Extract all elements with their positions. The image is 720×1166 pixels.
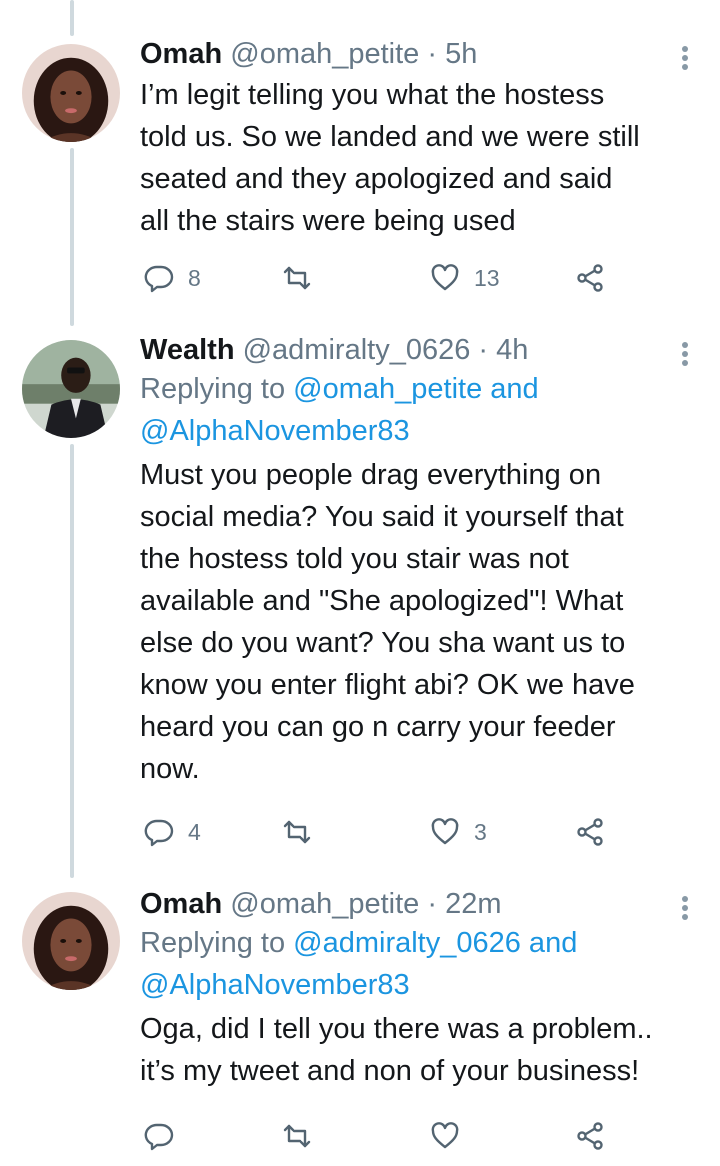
- heart-icon: [431, 818, 459, 845]
- reply-count: 8: [188, 264, 201, 291]
- retweet-icon: [283, 820, 311, 844]
- reply-count: 4: [188, 818, 201, 845]
- share-button[interactable]: [576, 1116, 606, 1156]
- thread-connector-line: [70, 0, 74, 36]
- reply-icon: [144, 265, 174, 293]
- reply-icon: [144, 1123, 174, 1151]
- avatar[interactable]: [22, 892, 120, 990]
- share-icon: [577, 1122, 603, 1150]
- like-button[interactable]: 13: [430, 258, 500, 298]
- tweet-actions: 8 13: [140, 258, 610, 298]
- timestamp[interactable]: 5h: [445, 38, 477, 70]
- author-handle[interactable]: @admiralty_0626: [243, 334, 471, 366]
- author-name[interactable]: Omah: [140, 888, 222, 920]
- heart-icon: [431, 264, 459, 291]
- replying-to: Replying to @omah_petite and @AlphaNovem…: [140, 373, 539, 447]
- reply-button[interactable]: 8: [144, 258, 201, 298]
- share-button[interactable]: [576, 812, 606, 852]
- retweet-button[interactable]: [282, 812, 326, 852]
- tweet-actions: [140, 1116, 610, 1156]
- share-icon: [577, 264, 603, 292]
- heart-icon: [431, 1122, 459, 1149]
- share-icon: [577, 818, 603, 846]
- like-button[interactable]: 3: [430, 812, 487, 852]
- author-handle[interactable]: @omah_petite: [230, 38, 419, 70]
- thread-connector-line: [70, 148, 74, 326]
- avatar[interactable]: [22, 44, 120, 142]
- more-options-icon[interactable]: [680, 892, 690, 920]
- tweet-text: Must you people drag everything on socia…: [140, 459, 635, 785]
- mention-link[interactable]: @AlphaNovember83: [140, 415, 410, 447]
- separator-dot: ·: [478, 334, 489, 366]
- author-name[interactable]: Wealth: [140, 334, 235, 366]
- tweet-actions: 4 3: [140, 812, 610, 852]
- thread-connector-line: [70, 444, 74, 878]
- retweet-button[interactable]: [282, 258, 326, 298]
- like-button[interactable]: [430, 1116, 474, 1156]
- reply-icon: [144, 819, 174, 847]
- mention-link[interactable]: @admiralty_0626 and: [293, 927, 577, 959]
- replying-to: Replying to @admiralty_0626 and @AlphaNo…: [140, 927, 578, 1001]
- retweet-icon: [283, 1124, 311, 1148]
- author-name[interactable]: Omah: [140, 38, 222, 70]
- share-button[interactable]: [576, 258, 606, 298]
- separator-dot: ·: [427, 38, 438, 70]
- man-avatar-icon: [22, 340, 120, 438]
- mention-link[interactable]: @omah_petite and: [293, 373, 539, 405]
- avatar[interactable]: [22, 340, 120, 438]
- more-options-icon[interactable]: [680, 42, 690, 70]
- woman-avatar-icon: [22, 44, 120, 142]
- separator-dot: ·: [427, 888, 438, 920]
- timestamp[interactable]: 4h: [496, 334, 528, 366]
- like-count: 3: [474, 818, 487, 845]
- tweet-text: Oga, did I tell you there was a problem.…: [140, 1013, 653, 1087]
- woman-avatar-icon: [22, 892, 120, 990]
- mention-link[interactable]: @AlphaNovember83: [140, 969, 410, 1001]
- tweet-header: Omah @omah_petite · 5h: [140, 36, 696, 72]
- retweet-button[interactable]: [282, 1116, 326, 1156]
- timestamp[interactable]: 22m: [445, 888, 501, 920]
- retweet-icon: [283, 266, 311, 290]
- like-count: 13: [474, 264, 500, 291]
- more-options-icon[interactable]: [680, 338, 690, 366]
- tweet-text: I’m legit telling you what the hostess t…: [140, 79, 640, 237]
- reply-button[interactable]: 4: [144, 812, 201, 852]
- author-handle[interactable]: @omah_petite: [230, 888, 419, 920]
- tweet-header: Omah @omah_petite · 22m: [140, 886, 696, 922]
- tweet-header: Wealth @admiralty_0626 · 4h: [140, 332, 696, 368]
- reply-button[interactable]: [144, 1116, 188, 1156]
